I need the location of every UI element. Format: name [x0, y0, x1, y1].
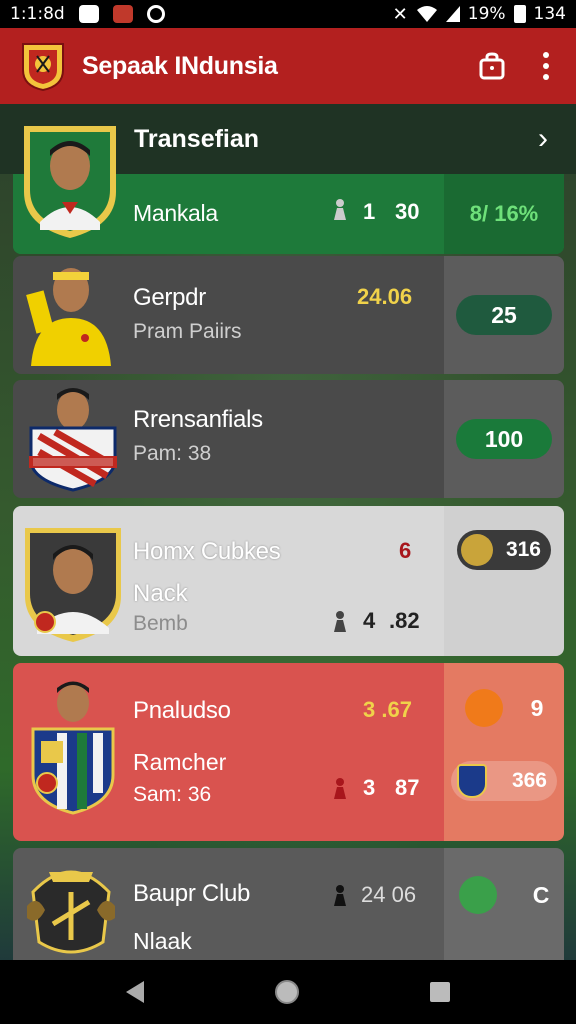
player-avatar — [20, 122, 120, 240]
club-logo[interactable] — [18, 39, 68, 93]
player-name: Mankala — [133, 200, 218, 226]
person-icon — [334, 611, 346, 632]
app-bar: Sepaak INdunsia — [0, 28, 576, 104]
app-notification-icon — [112, 5, 133, 23]
club-detail: Nlaak — [133, 928, 192, 954]
player-name: Pnaludso — [133, 697, 231, 724]
system-nav-bar — [0, 960, 576, 1024]
stat-value: 24.06 — [357, 284, 413, 309]
mute-icon: ✕ — [392, 3, 408, 25]
player-name: Gerpdr — [133, 284, 206, 311]
player-avatar — [27, 675, 117, 815]
player-detail-secondary: Sam: 36 — [133, 783, 212, 806]
stat-top: 3 .67 — [363, 697, 412, 722]
club-crest — [23, 862, 119, 960]
score-pill[interactable]: 100 — [456, 419, 552, 459]
player-detail: Ramcher — [133, 749, 227, 775]
badge-icon — [458, 876, 497, 914]
section-title: Transefian — [134, 124, 260, 153]
bag-icon[interactable] — [478, 52, 506, 80]
chevron-right-icon[interactable]: › — [538, 122, 548, 156]
sync-icon — [146, 5, 165, 23]
list-item[interactable]: Rrensanfials Pam: 38 100 — [13, 380, 564, 498]
stat-value: .82 — [389, 608, 420, 633]
battery-percent: 19% — [467, 4, 506, 24]
wifi-icon — [416, 6, 437, 22]
player-avatar — [23, 256, 123, 366]
player-detail: Pam: 38 — [133, 442, 212, 465]
score-pill-text: 316 — [505, 538, 541, 561]
club-name: Baupr Club — [133, 880, 251, 907]
stat-count: 4 — [363, 608, 376, 633]
app-title: Sepaak INdunsia — [82, 51, 278, 80]
person-icon — [334, 778, 346, 799]
list-item[interactable]: Homx Cubkes Nack Bemb 6 4 .82 316 — [13, 506, 564, 656]
list-item[interactable]: Baupr Club Nlaak 24 06 C — [13, 848, 564, 960]
player-detail-secondary: Bemb — [133, 612, 188, 635]
side-value: 9 — [530, 694, 544, 721]
score-pill[interactable]: 316 — [457, 530, 551, 570]
score-pill[interactable]: 366 — [451, 761, 557, 801]
score-pill-text: 25 — [491, 301, 517, 328]
person-icon — [334, 199, 346, 220]
side-row: 9 — [464, 689, 544, 727]
player-avatar — [25, 380, 121, 492]
home-icon[interactable] — [274, 980, 299, 1004]
score-pill[interactable]: 25 — [456, 295, 552, 335]
side-value: 8/ 16% — [469, 201, 539, 226]
side-row: C — [458, 876, 550, 914]
player-list: Transefian › Mankala 1 30 8/ 16% Gerpdr … — [0, 104, 576, 960]
stat-count: 3 — [363, 775, 376, 800]
stat-count: 1 — [363, 199, 376, 224]
status-time: 1:1:8d — [10, 4, 65, 24]
medal-icon — [464, 689, 503, 727]
player-avatar — [21, 524, 125, 644]
recent-apps-icon[interactable] — [430, 982, 451, 1002]
score-pill-text: 366 — [511, 769, 547, 792]
signal-icon — [445, 6, 460, 22]
list-item[interactable]: Gerpdr Pram Paiirs 24.06 25 — [13, 256, 564, 374]
notification-icon — [78, 5, 99, 23]
more-options-icon[interactable] — [542, 52, 550, 80]
stat-top: 6 — [399, 538, 412, 563]
score-pill-text: 100 — [484, 425, 524, 452]
player-name: Homx Cubkes — [133, 538, 281, 565]
club-badge-icon — [457, 764, 487, 798]
player-name: Rrensanfials — [133, 406, 263, 433]
player-detail: Pram Paiirs — [133, 320, 242, 343]
stat-value: 24 06 — [361, 882, 417, 907]
status-right-text: 134 — [533, 4, 566, 24]
player-detail: Nack — [133, 580, 188, 607]
status-bar: 1:1:8d ✕ 19% 134 — [0, 0, 576, 28]
trophy-icon — [461, 534, 493, 566]
back-icon[interactable] — [125, 981, 144, 1003]
person-icon — [334, 885, 346, 906]
list-item[interactable]: Pnaludso Ramcher Sam: 36 3 .67 3 87 9 36… — [13, 663, 564, 841]
battery-icon — [513, 5, 526, 23]
stat-value: 30 — [395, 199, 420, 224]
stat-value: 87 — [395, 775, 420, 800]
side-value: C — [532, 881, 550, 908]
